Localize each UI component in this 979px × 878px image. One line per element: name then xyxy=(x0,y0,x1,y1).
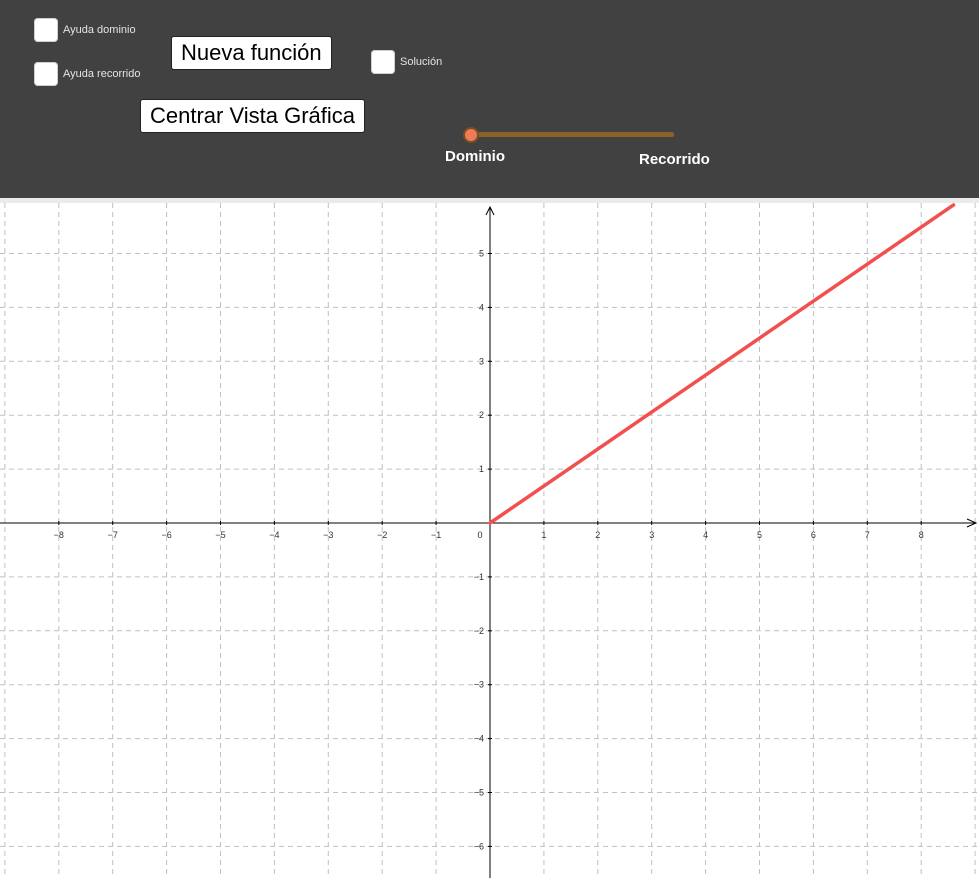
center-view-button[interactable]: Centrar Vista Gráfica xyxy=(140,99,366,133)
x-tick-label: 1 xyxy=(541,530,546,540)
y-tick-label: −1 xyxy=(474,572,484,582)
function-line xyxy=(488,203,956,525)
x-tick-label: −7 xyxy=(108,530,118,540)
series xyxy=(488,203,956,525)
y-tick-label: 3 xyxy=(479,356,484,366)
x-tick-label: −1 xyxy=(431,530,441,540)
y-tick-label: −2 xyxy=(474,626,484,636)
y-tick-label: −5 xyxy=(474,788,484,798)
y-tick-label: −3 xyxy=(474,680,484,690)
x-tick-label: 5 xyxy=(757,530,762,540)
slider-label-domain: Dominio xyxy=(445,148,505,165)
x-tick-label: −5 xyxy=(215,530,225,540)
x-tick-label: −3 xyxy=(323,530,333,540)
domain-range-slider[interactable] xyxy=(471,132,674,137)
y-tick-label: 1 xyxy=(479,464,484,474)
x-tick-label: 4 xyxy=(703,530,708,540)
y-tick-label: 2 xyxy=(479,410,484,420)
x-tick-label: 8 xyxy=(919,530,924,540)
help-domain-label: Ayuda dominio xyxy=(63,24,136,36)
x-tick-label: 2 xyxy=(595,530,600,540)
x-tick-label: −6 xyxy=(161,530,171,540)
x-tick-label: 0 xyxy=(477,530,482,540)
control-panel: Ayuda dominio Ayuda recorrido Nueva func… xyxy=(0,0,979,198)
x-tick-label: 3 xyxy=(649,530,654,540)
help-range-label: Ayuda recorrido xyxy=(63,68,141,80)
slider-label-range: Recorrido xyxy=(639,151,710,168)
y-tick-label: −4 xyxy=(474,734,484,744)
tick-labels: −8 −7 −6 −5 −4 −3 −2 −1 0 1 2 3 4 5 6 7 8 5 4 3 2 1 −1 −2 −3 −4 −5… xyxy=(54,249,924,852)
new-function-button[interactable]: Nueva función xyxy=(171,36,332,70)
x-tick-label: −8 xyxy=(54,530,64,540)
solution-checkbox[interactable] xyxy=(371,50,395,74)
help-range-checkbox[interactable] xyxy=(34,62,58,86)
x-tick-label: 6 xyxy=(811,530,816,540)
x-tick-label: 7 xyxy=(865,530,870,540)
help-domain-checkbox[interactable] xyxy=(34,18,58,42)
graphics-view[interactable]: −8 −7 −6 −5 −4 −3 −2 −1 0 1 2 3 4 5 6 7 8 5 4 3 2 1 −1 −2 −3 −4 −5… xyxy=(0,203,979,878)
y-tick-label: 4 xyxy=(479,302,484,312)
y-tick-label: −6 xyxy=(474,841,484,851)
solution-label: Solución xyxy=(400,56,443,68)
x-tick-label: −2 xyxy=(377,530,387,540)
y-tick-label: 5 xyxy=(479,249,484,259)
x-tick-label: −4 xyxy=(269,530,279,540)
slider-knob[interactable] xyxy=(463,127,479,143)
